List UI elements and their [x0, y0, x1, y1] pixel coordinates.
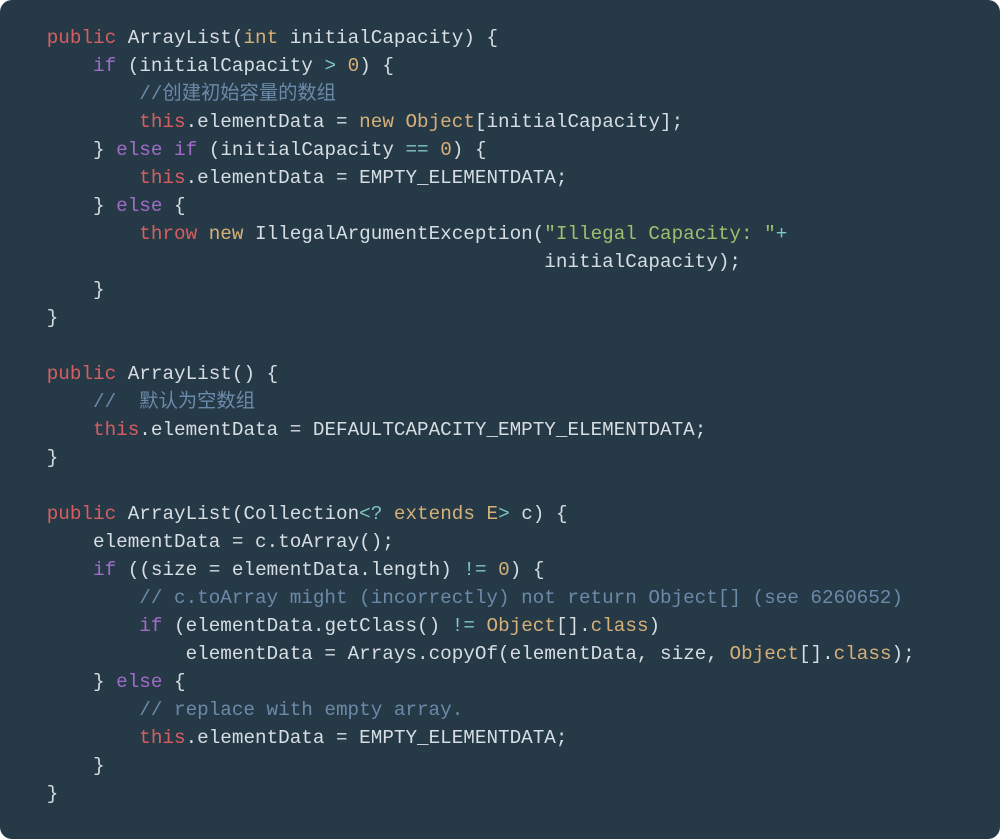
keyword-if-2: if — [174, 139, 197, 161]
class-arrays: Arrays — [348, 643, 417, 665]
code-block: public ArrayList(int initialCapacity) { … — [0, 0, 1000, 839]
keyword-this-3: this — [93, 419, 139, 441]
op-neq: != — [463, 559, 486, 581]
field-elementData-4: elementData — [197, 727, 324, 749]
class-arraylist: ArrayList — [128, 27, 232, 49]
num-zero-3: 0 — [498, 559, 510, 581]
var-elementData-2: elementData — [232, 559, 359, 581]
const-empty: EMPTY_ELEMENTDATA — [359, 167, 556, 189]
type-object-2: Object — [487, 615, 556, 637]
keyword-this-2: this — [139, 167, 185, 189]
param-c: c — [521, 503, 533, 525]
type-object: Object — [405, 111, 474, 133]
op-eqeq: == — [405, 139, 428, 161]
string-illegal-capacity: "Illegal Capacity: " — [544, 223, 775, 245]
num-zero: 0 — [348, 55, 360, 77]
method-toarray: toArray — [278, 531, 359, 553]
const-defaultcapacity: DEFAULTCAPACITY_EMPTY_ELEMENTDATA — [313, 419, 695, 441]
keyword-new: new — [359, 111, 394, 133]
method-copyof: copyOf — [429, 643, 498, 665]
keyword-this-4: this — [139, 727, 185, 749]
comment-replace-empty: // replace with empty array. — [139, 699, 463, 721]
var-size: size — [151, 559, 197, 581]
field-elementData-3: elementData — [151, 419, 278, 441]
var-c: c — [255, 531, 267, 553]
class-illegalargument: IllegalArgumentException — [255, 223, 533, 245]
keyword-public-2: public — [47, 363, 116, 385]
wildcard: ? — [371, 503, 383, 525]
var-initialCapacity-2: initialCapacity — [486, 111, 660, 133]
var-elementData-3: elementData — [186, 615, 313, 637]
var-elementData: elementData — [93, 531, 220, 553]
class-arraylist-3: ArrayList — [128, 503, 232, 525]
keyword-class-2: class — [834, 643, 892, 665]
keyword-else-2: else — [116, 195, 162, 217]
keyword-else: else — [116, 139, 162, 161]
op-gt: > — [324, 55, 336, 77]
op-plus: + — [776, 223, 788, 245]
keyword-new-2: new — [209, 223, 244, 245]
keyword-if: if — [93, 55, 116, 77]
var-initialCapacity: initialCapacity — [139, 55, 313, 77]
op-neq-2: != — [452, 615, 475, 637]
keyword-else-3: else — [116, 671, 162, 693]
var-elementData-4: elementData — [186, 643, 313, 665]
var-size-2: size — [660, 643, 706, 665]
keyword-this: this — [139, 111, 185, 133]
keyword-if-4: if — [139, 615, 162, 637]
type-e: E — [486, 503, 498, 525]
comment-toarray-bug: // c.toArray might (incorrectly) not ret… — [139, 587, 903, 609]
type-object-3: Object — [730, 643, 799, 665]
keyword-class: class — [591, 615, 649, 637]
keyword-throw: throw — [139, 223, 197, 245]
field-length: length — [371, 559, 440, 581]
var-initialCapacity-4: initialCapacity — [544, 251, 718, 273]
keyword-public: public — [47, 27, 116, 49]
field-elementData: elementData — [197, 111, 324, 133]
comment-create-array: //创建初始容量的数组 — [139, 83, 336, 105]
field-elementData-2: elementData — [197, 167, 324, 189]
class-collection: Collection — [243, 503, 359, 525]
var-elementData-5: elementData — [510, 643, 637, 665]
keyword-public-3: public — [47, 503, 116, 525]
param-initialCapacity: initialCapacity — [290, 27, 464, 49]
keyword-extends: extends — [394, 503, 475, 525]
num-zero-2: 0 — [440, 139, 452, 161]
method-getclass: getClass — [324, 615, 417, 637]
keyword-int: int — [243, 27, 278, 49]
var-initialCapacity-3: initialCapacity — [220, 139, 394, 161]
class-arraylist-2: ArrayList — [128, 363, 232, 385]
const-empty-2: EMPTY_ELEMENTDATA — [359, 727, 556, 749]
keyword-if-3: if — [93, 559, 116, 581]
comment-default-empty: // 默认为空数组 — [93, 391, 255, 413]
